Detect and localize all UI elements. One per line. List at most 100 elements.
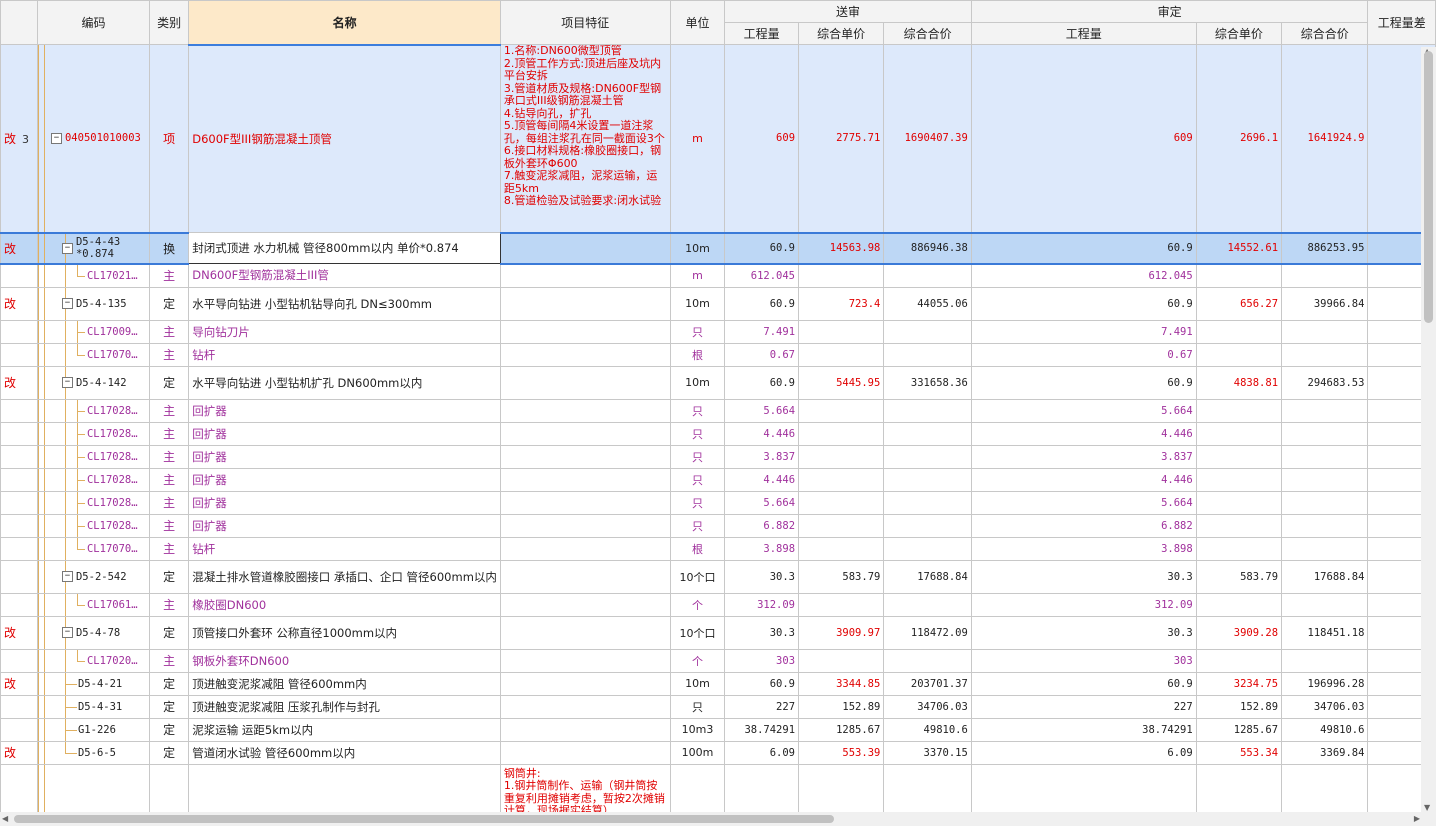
- code-cell[interactable]: CL17020…: [36, 648, 150, 673]
- row-change-marker[interactable]: [0, 648, 38, 673]
- unit-cell[interactable]: 10个口: [669, 615, 726, 650]
- table-row[interactable]: CL17070… 主钻杆根 3.898 3.898: [0, 536, 1436, 561]
- submitted-qty-cell[interactable]: 612.045: [724, 263, 800, 288]
- submitted-total-cell[interactable]: 331658.36: [883, 365, 972, 400]
- approved-qty-cell[interactable]: 60.9: [970, 286, 1197, 321]
- submitted-qty-cell[interactable]: 3.898: [724, 536, 800, 561]
- row-change-marker[interactable]: [0, 536, 38, 561]
- code-cell[interactable]: − D5-4-43 *0.874: [36, 231, 150, 265]
- table-row[interactable]: CL17028… 主回扩器只 6.882 6.882: [0, 513, 1436, 538]
- unit-cell[interactable]: 10m: [669, 671, 726, 696]
- approved-qty-cell[interactable]: 60.9: [970, 671, 1197, 696]
- name-cell[interactable]: 回扩器: [188, 467, 501, 492]
- code-cell[interactable]: CL17028…: [36, 421, 150, 446]
- name-cell[interactable]: 橡胶圈DN600: [188, 592, 501, 617]
- approved-unit-price-cell[interactable]: 656.27: [1195, 286, 1283, 321]
- approved-unit-price-cell[interactable]: [1195, 490, 1283, 515]
- submitted-unit-price-cell[interactable]: 3909.97: [798, 615, 885, 650]
- name-cell[interactable]: 钻杆: [188, 536, 501, 561]
- category-cell[interactable]: 主: [148, 490, 190, 515]
- submitted-total-cell[interactable]: 34706.03: [883, 694, 972, 719]
- unit-cell[interactable]: 10m: [669, 365, 726, 400]
- unit-cell[interactable]: 个: [669, 648, 726, 673]
- feature-cell[interactable]: [499, 398, 671, 423]
- code-cell[interactable]: − D5-2-542: [36, 559, 150, 594]
- approved-total-cell[interactable]: [1281, 319, 1369, 344]
- approved-total-cell[interactable]: [1281, 421, 1369, 446]
- submitted-qty-cell[interactable]: 30.3: [724, 615, 800, 650]
- row-change-marker[interactable]: [0, 421, 38, 446]
- approved-total-cell[interactable]: 17688.84: [1281, 559, 1369, 594]
- table-row[interactable]: 改 − D5-4-43 *0.874 换封闭式顶进 水力机械 管径800mm以内 单价…: [0, 231, 1436, 265]
- submitted-total-cell[interactable]: 17688.84: [883, 559, 972, 594]
- row-change-marker[interactable]: [0, 592, 38, 617]
- code-cell[interactable]: −040501010003: [36, 44, 150, 233]
- table-row[interactable]: 改 D5-4-21 定顶进触变泥浆减阻 管径600mm内 10m 60.9 3344.85…: [0, 671, 1436, 696]
- submitted-unit-price-cell[interactable]: 3344.85: [798, 671, 885, 696]
- row-change-marker[interactable]: 改: [0, 231, 38, 265]
- name-cell[interactable]: DN600F型钢筋混凝土III管: [188, 263, 501, 288]
- feature-cell[interactable]: [499, 319, 671, 344]
- approved-total-cell[interactable]: [1281, 342, 1369, 367]
- vertical-scrollbar[interactable]: ▲ ▼: [1421, 47, 1436, 812]
- unit-cell[interactable]: 根: [669, 342, 726, 367]
- submitted-qty-cell[interactable]: 38.74291: [724, 717, 800, 742]
- header-submitted-unit-price[interactable]: 综合单价: [798, 22, 885, 45]
- submitted-total-cell[interactable]: [883, 592, 972, 617]
- submitted-unit-price-cell[interactable]: 14563.98: [798, 231, 885, 265]
- table-row[interactable]: CL17021… 主 DN600F型钢筋混凝土III管 m 612.045 612.045: [0, 263, 1436, 288]
- approved-unit-price-cell[interactable]: [1195, 444, 1283, 469]
- submitted-total-cell[interactable]: [883, 398, 972, 423]
- unit-cell[interactable]: 个: [669, 592, 726, 617]
- row-change-marker[interactable]: [0, 319, 38, 344]
- name-cell[interactable]: 顶进触变泥浆减阻 压浆孔制作与封孔: [188, 694, 501, 719]
- submitted-total-cell[interactable]: 118472.09: [883, 615, 972, 650]
- submitted-unit-price-cell[interactable]: 152.89: [798, 694, 885, 719]
- unit-cell[interactable]: 根: [669, 536, 726, 561]
- table-row[interactable]: CL17020… 主钢板外套环DN600 个 303 303: [0, 648, 1436, 673]
- table-row[interactable]: CL17070… 主钻杆根 0.67 0.67: [0, 342, 1436, 367]
- code-cell[interactable]: CL17028…: [36, 467, 150, 492]
- table-row[interactable]: CL17028… 主回扩器只 5.664 5.664: [0, 490, 1436, 515]
- name-cell[interactable]: 钻杆: [188, 342, 501, 367]
- submitted-unit-price-cell[interactable]: [798, 467, 885, 492]
- category-cell[interactable]: 主: [148, 536, 190, 561]
- approved-total-cell[interactable]: [1281, 490, 1369, 515]
- submitted-unit-price-cell[interactable]: [798, 421, 885, 446]
- submitted-total-cell[interactable]: [883, 467, 972, 492]
- submitted-unit-price-cell[interactable]: [798, 398, 885, 423]
- table-row[interactable]: 改 − D5-4-135 定水平导向钻进 小型钻机钻导向孔 DN≤300mm 10m 60…: [0, 286, 1436, 321]
- submitted-unit-price-cell[interactable]: [798, 444, 885, 469]
- submitted-total-cell[interactable]: [883, 490, 972, 515]
- approved-unit-price-cell[interactable]: 2696.1: [1195, 44, 1283, 233]
- unit-cell[interactable]: 100m: [669, 740, 726, 765]
- name-cell[interactable]: 回扩器: [188, 398, 501, 423]
- unit-cell[interactable]: 只: [669, 398, 726, 423]
- approved-total-cell[interactable]: [1281, 263, 1369, 288]
- unit-cell[interactable]: 只: [669, 694, 726, 719]
- category-cell[interactable]: 项: [148, 44, 190, 233]
- category-cell[interactable]: 主: [148, 421, 190, 446]
- approved-qty-cell[interactable]: 30.3: [970, 615, 1197, 650]
- approved-qty-cell[interactable]: 0.67: [970, 342, 1197, 367]
- code-cell[interactable]: CL17028…: [36, 398, 150, 423]
- approved-qty-cell[interactable]: 38.74291: [970, 717, 1197, 742]
- submitted-unit-price-cell[interactable]: [798, 648, 885, 673]
- approved-qty-cell[interactable]: 60.9: [970, 365, 1197, 400]
- scroll-down-arrow-icon[interactable]: ▼: [1424, 803, 1430, 812]
- approved-qty-cell[interactable]: 3.837: [970, 444, 1197, 469]
- header-name[interactable]: 名称: [188, 0, 501, 46]
- approved-total-cell[interactable]: [1281, 648, 1369, 673]
- approved-unit-price-cell[interactable]: [1195, 421, 1283, 446]
- feature-cell[interactable]: [499, 559, 671, 594]
- category-cell[interactable]: 定: [148, 694, 190, 719]
- header-feature[interactable]: 项目特征: [499, 0, 671, 45]
- approved-total-cell[interactable]: [1281, 592, 1369, 617]
- approved-qty-cell[interactable]: 609: [970, 44, 1197, 233]
- feature-cell[interactable]: [499, 421, 671, 446]
- approved-unit-price-cell[interactable]: 583.79: [1195, 559, 1283, 594]
- row-change-marker[interactable]: [0, 694, 38, 719]
- code-cell[interactable]: G1-226: [36, 717, 150, 742]
- feature-cell[interactable]: [499, 648, 671, 673]
- collapse-toggle-icon[interactable]: −: [61, 298, 73, 309]
